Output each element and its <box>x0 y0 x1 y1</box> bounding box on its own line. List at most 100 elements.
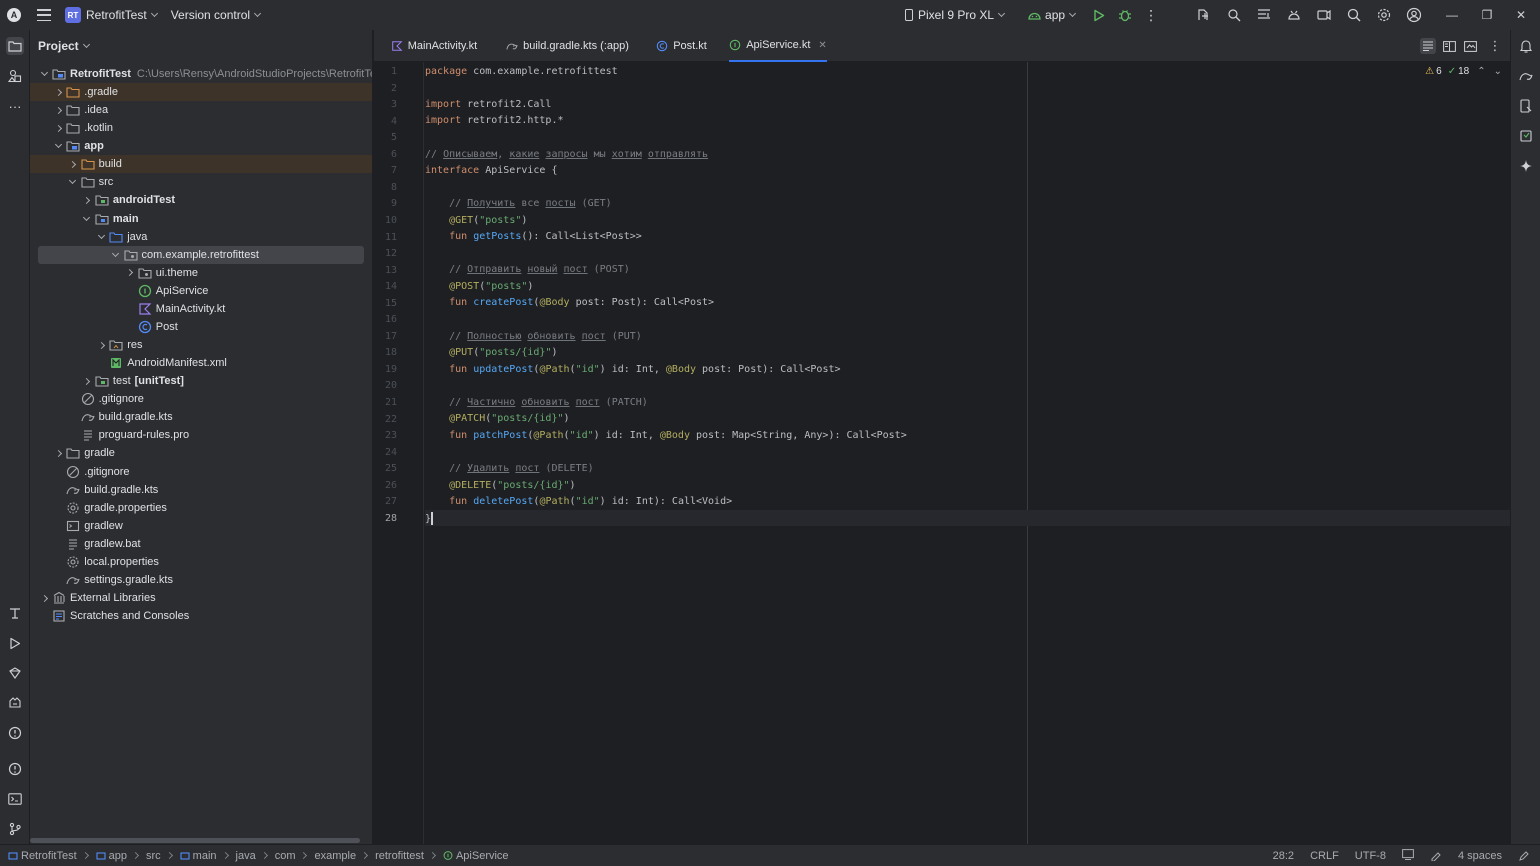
main-menu-icon[interactable] <box>37 9 51 21</box>
code-line[interactable]: package com.example.retrofittest <box>425 63 1510 80</box>
chevron-right-icon[interactable] <box>38 592 50 604</box>
line-number[interactable]: 13 <box>385 265 397 276</box>
line-number[interactable]: 16 <box>385 314 397 325</box>
line-number[interactable]: 15 <box>385 298 397 309</box>
problems-icon[interactable] <box>6 724 24 742</box>
breadcrumb-item[interactable]: com <box>275 850 296 862</box>
code-line[interactable]: fun createPost(@Body post: Post): Call<P… <box>425 295 1510 312</box>
run-tool-icon[interactable] <box>6 634 24 652</box>
code-line[interactable]: @DELETE("posts/{id}") <box>425 477 1510 494</box>
vcs-widget[interactable]: Version control <box>171 8 262 22</box>
code-line[interactable]: @POST("posts") <box>425 278 1510 295</box>
run-config-selector[interactable]: app <box>1028 8 1077 22</box>
chevron-right-icon[interactable] <box>52 447 64 459</box>
tree-item[interactable]: Post <box>30 318 372 336</box>
tree-item[interactable]: app <box>30 137 372 155</box>
more-tools-icon[interactable]: ··· <box>6 97 24 115</box>
build-variants-icon[interactable] <box>6 604 24 622</box>
line-number[interactable]: 1 <box>391 66 397 77</box>
chevron-down-icon[interactable] <box>81 213 93 225</box>
editor-tab[interactable]: Post.kt <box>649 30 714 62</box>
run-icon[interactable] <box>1091 7 1107 23</box>
line-number[interactable]: 5 <box>391 132 397 143</box>
tree-item[interactable]: proguard-rules.pro <box>30 426 372 444</box>
project-tool-icon[interactable] <box>6 37 24 55</box>
tree-item[interactable]: build.gradle.kts <box>30 481 372 499</box>
chevron-right-icon[interactable] <box>81 375 93 387</box>
breadcrumb-item[interactable]: main <box>180 850 217 862</box>
code-line[interactable] <box>425 129 1510 146</box>
editor-tab[interactable]: MainActivity.kt <box>384 30 484 62</box>
tree-item[interactable]: gradlew.bat <box>30 535 372 553</box>
tree-item[interactable]: test [unitTest] <box>30 372 372 390</box>
gemini-assistant-icon[interactable] <box>1517 157 1535 175</box>
gradle-tool-icon[interactable] <box>1517 67 1535 85</box>
design-view-icon[interactable] <box>1462 38 1478 54</box>
code-line[interactable]: import retrofit2.http.* <box>425 113 1510 130</box>
code-line[interactable]: // Полностью обновить пост (PUT) <box>425 328 1510 345</box>
tree-item[interactable]: gradlew <box>30 517 372 535</box>
terminal-icon[interactable] <box>6 790 24 808</box>
code-editor[interactable]: 1 2 3 4 5 6 7 8 9 10 11 12 13 14 15 16 17 18 19 20 21 22 23 24 2… <box>374 62 1510 844</box>
tree-item[interactable]: .gradle <box>30 83 372 102</box>
line-number[interactable]: 17 <box>385 331 397 342</box>
tree-item[interactable]: .gitignore <box>30 390 372 408</box>
code-line[interactable] <box>425 377 1510 394</box>
chevron-right-icon[interactable] <box>81 194 93 206</box>
tree-item[interactable]: src <box>30 173 372 191</box>
line-number[interactable]: 4 <box>391 116 397 127</box>
breadcrumb-item[interactable]: retrofittest <box>375 850 424 862</box>
project-switcher[interactable]: RetrofitTest <box>86 8 158 22</box>
line-number[interactable]: 14 <box>385 281 397 292</box>
code-line[interactable]: fun updatePost(@Path("id") id: Int, @Bod… <box>425 361 1510 378</box>
tree-item[interactable]: gradle.properties <box>30 499 372 517</box>
tree-item[interactable]: .gitignore <box>30 463 372 481</box>
tree-item[interactable]: MainActivity.kt <box>30 300 372 318</box>
line-number[interactable]: 11 <box>385 232 397 243</box>
chevron-down-icon[interactable] <box>95 231 107 243</box>
tree-item[interactable]: ui.theme <box>30 264 372 282</box>
version-control-icon[interactable] <box>6 820 24 838</box>
line-number[interactable]: 23 <box>385 430 397 441</box>
chevron-down-icon[interactable] <box>52 140 64 152</box>
close-tab-icon[interactable]: ✕ <box>818 40 826 51</box>
debug-icon[interactable] <box>1117 7 1133 23</box>
code-style-icon[interactable] <box>1430 849 1442 864</box>
logcat-icon[interactable] <box>6 694 24 712</box>
code-line[interactable] <box>425 80 1510 97</box>
line-number[interactable]: 19 <box>385 364 397 375</box>
sync-gradle-icon[interactable] <box>1196 7 1212 23</box>
close-window-icon[interactable]: ✕ <box>1506 0 1536 30</box>
code-line[interactable]: @GET("posts") <box>425 212 1510 229</box>
line-number[interactable]: 12 <box>385 248 397 259</box>
code-line[interactable]: interface ApiService { <box>425 162 1510 179</box>
tree-item[interactable]: local.properties <box>30 553 372 571</box>
android-studio-logo-icon[interactable]: A <box>7 8 21 22</box>
tree-item[interactable]: main <box>30 210 372 228</box>
app-inspection-icon[interactable] <box>1226 7 1242 23</box>
code-line[interactable]: @PUT("posts/{id}") <box>425 344 1510 361</box>
line-number[interactable]: 2 <box>391 83 397 94</box>
tree-item[interactable]: Scratches and Consoles <box>30 607 372 625</box>
line-number[interactable]: 7 <box>391 165 397 176</box>
tree-item[interactable]: .kotlin <box>30 119 372 137</box>
tree-item[interactable]: build.gradle.kts <box>30 408 372 426</box>
tree-item[interactable]: settings.gradle.kts <box>30 571 372 589</box>
tree-item[interactable]: androidTest <box>30 191 372 209</box>
editor-more-icon[interactable]: ⋮ <box>1487 38 1503 54</box>
readonly-toggle-icon[interactable] <box>1402 849 1414 863</box>
line-number[interactable]: 24 <box>385 447 397 458</box>
line-number[interactable]: 22 <box>385 414 397 425</box>
line-number[interactable]: 25 <box>385 463 397 474</box>
running-devices-icon[interactable] <box>1316 7 1332 23</box>
profiler-icon[interactable] <box>6 664 24 682</box>
more-vertical-icon[interactable]: ⋮ <box>1143 7 1159 23</box>
inspection-widget[interactable]: ⚠ 6 ✓ 18 ⌃ ⌄ <box>1425 66 1502 77</box>
line-number[interactable]: 6 <box>391 149 397 160</box>
code-line[interactable] <box>425 245 1510 262</box>
project-badge[interactable]: RT <box>65 7 81 23</box>
project-view-selector[interactable]: Project <box>30 30 372 62</box>
code-line[interactable]: fun patchPost(@Path("id") id: Int, @Body… <box>425 427 1510 444</box>
notifications-icon[interactable] <box>1517 37 1535 55</box>
tree-item[interactable]: External Libraries <box>30 589 372 607</box>
